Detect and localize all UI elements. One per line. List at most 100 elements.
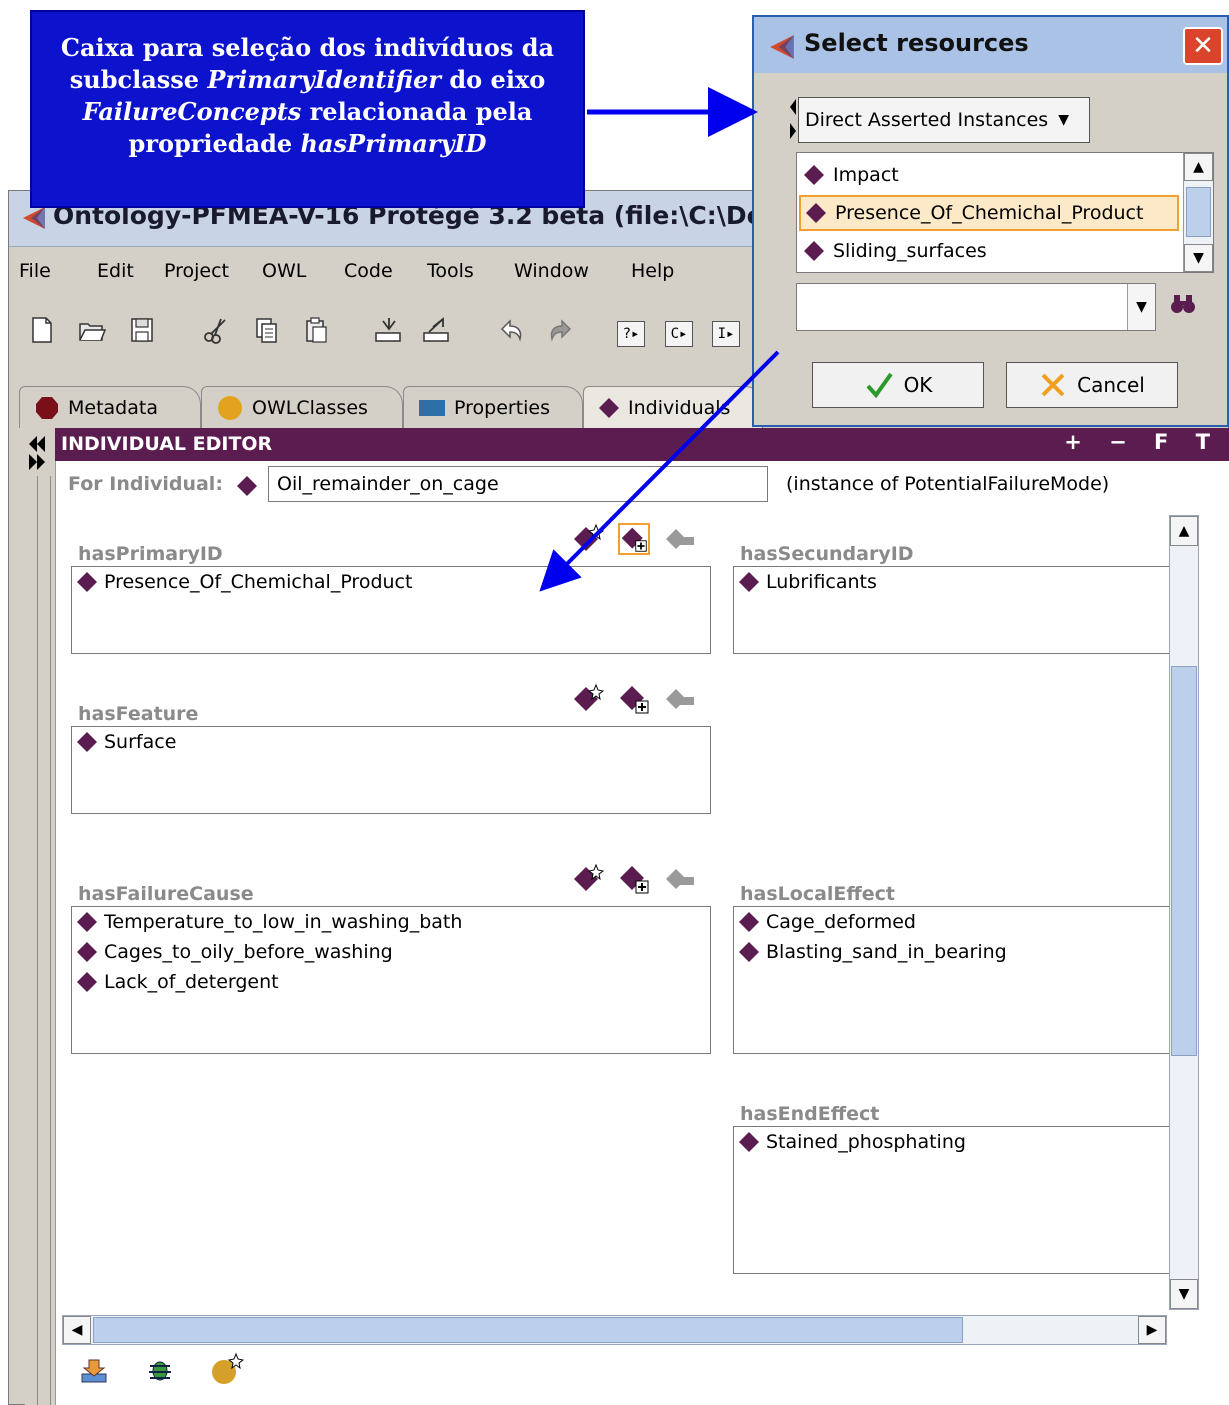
slot-list-hasfeature[interactable]: Surface — [71, 726, 711, 814]
slot-list-hassecundaryid[interactable]: Lubrificants — [733, 566, 1193, 654]
list-item[interactable]: Lubrificants — [734, 567, 1192, 597]
undo-icon[interactable] — [494, 313, 528, 347]
vertical-scrollbar[interactable]: ▲ ▼ — [1169, 515, 1199, 1310]
remove-instance-icon[interactable] — [664, 863, 696, 895]
list-item-label: Temperature_to_low_in_washing_bath — [104, 911, 463, 933]
scroll-up-button[interactable]: ▲ — [1170, 516, 1198, 546]
dialog-titlebar[interactable]: Select resources ✕ — [754, 17, 1227, 73]
menu-edit[interactable]: Edit — [97, 260, 134, 282]
annotation-italic: PrimaryIdentifier — [207, 65, 442, 94]
chevron-down-icon[interactable]: ▼ — [1127, 284, 1155, 330]
annotation-text: propriedade — [128, 129, 301, 158]
scroll-right-button[interactable]: ▶ — [1138, 1316, 1166, 1344]
slot-list-hasprimaryid[interactable]: Presence_Of_Chemichal_Product — [71, 566, 711, 654]
scroll-down-button[interactable]: ▼ — [1184, 244, 1213, 272]
open-folder-icon[interactable] — [75, 313, 109, 347]
query-tool-icon[interactable]: ?▸ — [617, 321, 645, 347]
individual-diamond-icon — [739, 1132, 759, 1152]
header-buttons[interactable]: + − F T — [1064, 430, 1220, 454]
menu-file[interactable]: File — [19, 260, 51, 282]
remove-instance-icon[interactable] — [664, 523, 696, 555]
individual-diamond-icon — [804, 165, 824, 185]
list-item[interactable]: Presence_Of_Chemichal_Product — [72, 567, 710, 597]
list-scrollbar[interactable]: ▲ ▼ — [1183, 153, 1213, 272]
list-item-label: Surface — [104, 731, 177, 753]
list-item-label: Lack_of_detergent — [104, 971, 279, 993]
cut-scissors-icon[interactable] — [199, 313, 233, 347]
create-instance-icon[interactable] — [572, 683, 604, 715]
new-file-icon[interactable] — [25, 313, 59, 347]
vertical-scroll-thumb[interactable] — [1171, 666, 1197, 1056]
split-pane-divider[interactable] — [37, 476, 51, 1405]
list-item[interactable]: Lack_of_detergent — [72, 967, 710, 997]
menu-owl[interactable]: OWL — [262, 260, 306, 282]
tab-metadata-label: Metadata — [68, 396, 158, 419]
create-instance-icon[interactable] — [572, 863, 604, 895]
save-disk-icon[interactable] — [125, 313, 159, 347]
list-item[interactable]: Stained_phosphating — [734, 1127, 1192, 1157]
list-item[interactable]: Cage_deformed — [734, 907, 1192, 937]
add-instance-icon[interactable] — [618, 863, 650, 895]
tab-properties[interactable]: Properties — [403, 386, 583, 428]
slot-label-hasprimaryid: hasPrimaryID — [78, 543, 223, 565]
annotation-line-1: Caixa para seleção dos indivíduos da — [60, 33, 555, 62]
slot-list-haslocaleffect[interactable]: Cage_deformed Blasting_sand_in_bearing — [733, 906, 1193, 1054]
individual-tool-icon[interactable]: I▸ — [712, 321, 740, 347]
ok-button[interactable]: OK — [812, 362, 984, 408]
list-item-label: Cage_deformed — [766, 911, 916, 933]
menu-project[interactable]: Project — [164, 260, 229, 282]
class-tool-icon[interactable]: C▸ — [665, 321, 693, 347]
slot-actions-hasprimaryid — [572, 523, 696, 555]
menu-tools[interactable]: Tools — [427, 260, 474, 282]
individual-editor-title: INDIVIDUAL EDITOR — [61, 433, 273, 455]
bug-icon[interactable] — [142, 1352, 178, 1388]
tab-metadata[interactable]: Metadata — [19, 386, 201, 428]
menu-help[interactable]: Help — [631, 260, 674, 282]
export-icon[interactable] — [419, 313, 453, 347]
copy-icon[interactable] — [249, 313, 283, 347]
individual-diamond-icon — [739, 572, 759, 592]
slot-list-hasfailurecause[interactable]: Temperature_to_low_in_washing_bath Cages… — [71, 906, 711, 1054]
list-item-selected[interactable]: Presence_Of_Chemichal_Product — [799, 195, 1179, 231]
create-instance-icon[interactable] — [572, 523, 604, 555]
create-class-icon[interactable] — [208, 1352, 244, 1388]
list-item[interactable]: Cages_to_oily_before_washing — [72, 937, 710, 967]
import-icon[interactable] — [371, 313, 405, 347]
slot-list-hasendeffect[interactable]: Stained_phosphating — [733, 1126, 1193, 1274]
individual-diamond-icon — [237, 476, 257, 496]
list-scroll-thumb[interactable] — [1186, 187, 1211, 237]
tab-owlclasses[interactable]: OWLClasses — [201, 386, 403, 428]
list-item-label: Impact — [833, 164, 899, 186]
tab-individuals[interactable]: Individuals — [583, 386, 763, 428]
paste-clipboard-icon[interactable] — [299, 313, 333, 347]
close-icon[interactable]: ✕ — [1183, 27, 1223, 65]
scroll-left-button[interactable]: ◀ — [63, 1316, 91, 1344]
menu-code[interactable]: Code — [344, 260, 393, 282]
slot-label-haslocaleffect: hasLocalEffect — [740, 883, 896, 905]
scroll-down-button[interactable]: ▼ — [1170, 1279, 1198, 1309]
horizontal-scrollbar[interactable]: ◀ ▶ — [62, 1315, 1167, 1345]
add-instance-icon[interactable] — [618, 523, 650, 555]
slot-label-hassecundaryid: hasSecundaryID — [740, 543, 914, 565]
cancel-button[interactable]: Cancel — [1006, 362, 1178, 408]
list-item[interactable]: Impact — [799, 157, 1179, 193]
list-item[interactable]: Surface — [72, 727, 710, 757]
instances-filter-dropdown[interactable]: Direct Asserted Instances ▼ — [798, 97, 1090, 143]
select-resources-dialog: Select resources ✕ Direct Asserted Insta… — [752, 15, 1229, 427]
collapse-arrows-icon[interactable] — [27, 432, 51, 472]
search-input[interactable]: ▼ — [796, 283, 1156, 331]
list-item[interactable]: Blasting_sand_in_bearing — [734, 937, 1192, 967]
horizontal-scroll-thumb[interactable] — [93, 1317, 963, 1343]
collapse-arrows-icon[interactable] — [788, 97, 798, 141]
remove-instance-icon[interactable] — [664, 683, 696, 715]
redo-icon[interactable] — [544, 313, 578, 347]
download-icon[interactable] — [76, 1352, 112, 1388]
list-item[interactable]: Temperature_to_low_in_washing_bath — [72, 907, 710, 937]
menu-window[interactable]: Window — [514, 260, 589, 282]
add-instance-icon[interactable] — [618, 683, 650, 715]
binoculars-icon[interactable] — [1170, 293, 1196, 321]
resource-list[interactable]: Impact Presence_Of_Chemichal_Product Sli… — [796, 152, 1214, 273]
scroll-up-button[interactable]: ▲ — [1184, 153, 1213, 181]
individual-name-field[interactable]: Oil_remainder_on_cage — [268, 466, 768, 502]
list-item[interactable]: Sliding_surfaces — [799, 233, 1179, 269]
